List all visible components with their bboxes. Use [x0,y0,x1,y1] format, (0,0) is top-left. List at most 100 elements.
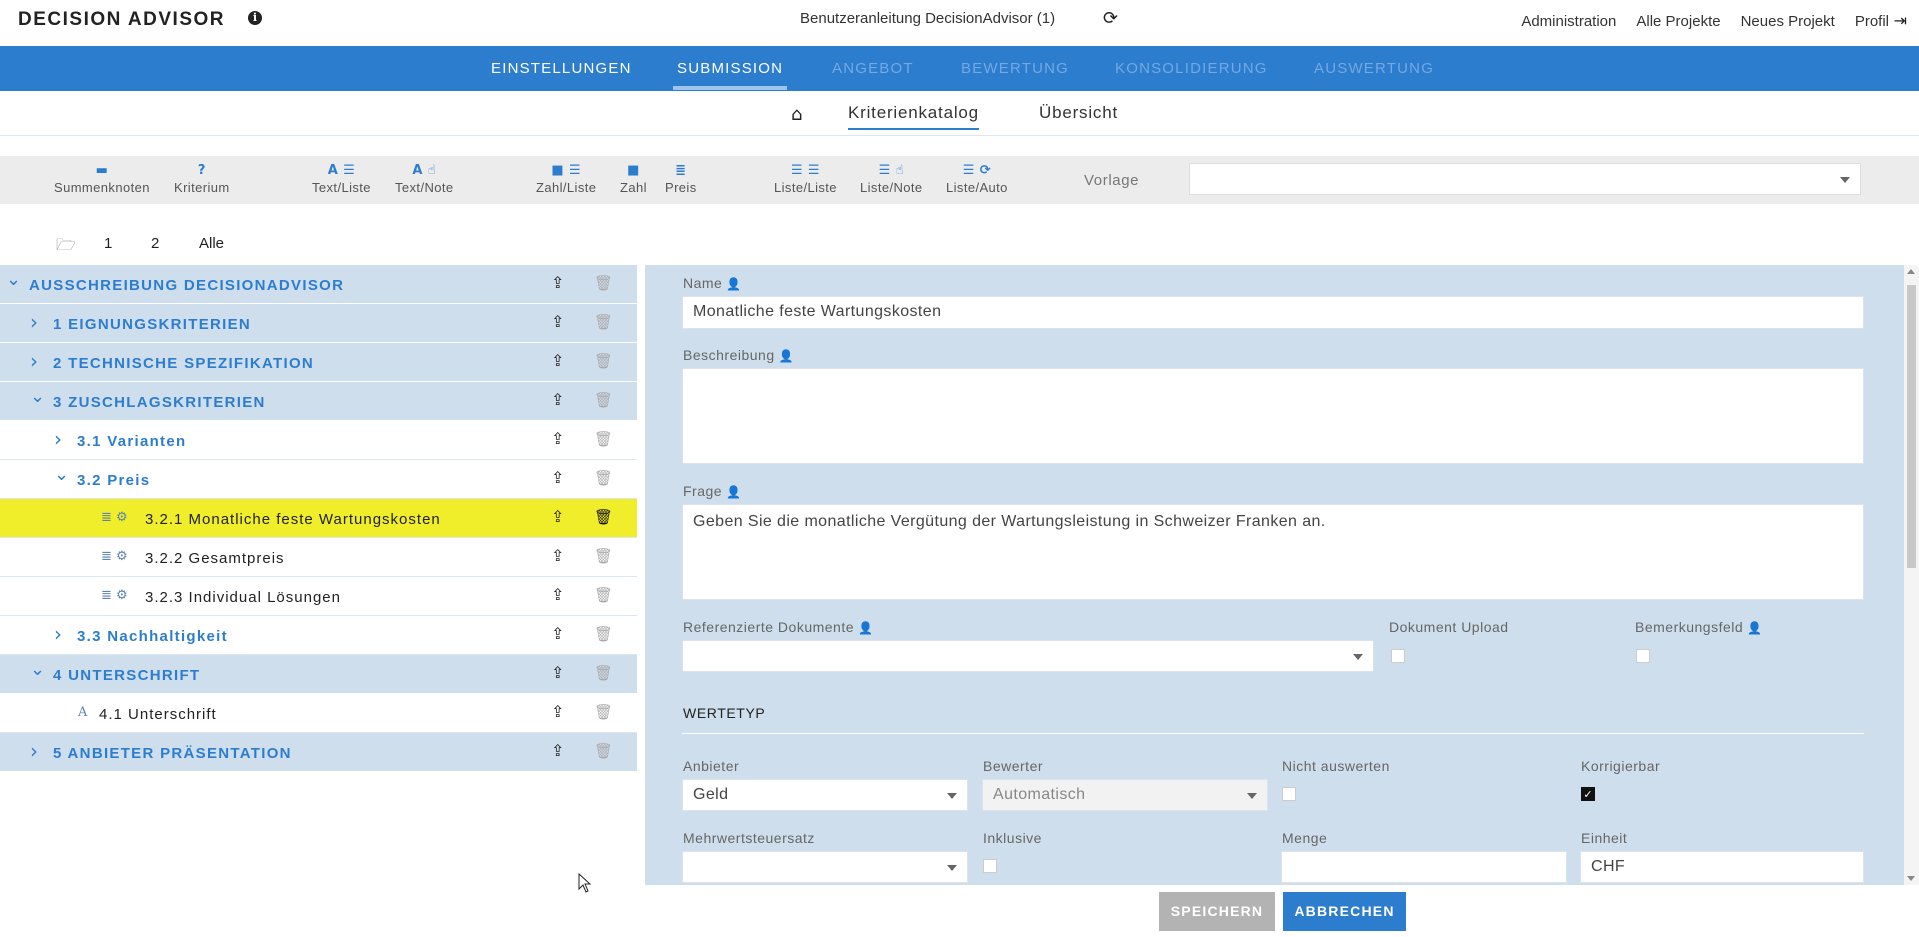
chevron-down-icon[interactable]: ⌄ [54,464,69,485]
trash-icon[interactable]: 🗑 [594,547,613,565]
save-button[interactable]: SPEICHERN [1159,892,1275,931]
home-icon[interactable]: ⌂ [791,104,802,125]
vorlage-select[interactable] [1189,163,1861,195]
tree-row[interactable]: › 2 TECHNISCHE SPEZIFIKATION ⇪ 🗑 [0,343,637,382]
tab-einstellungen[interactable]: EINSTELLUNGEN [491,60,632,77]
bemerkung-checkbox[interactable] [1636,649,1650,663]
level-all[interactable]: Alle [199,235,224,252]
panel-scrollbar[interactable] [1904,265,1919,885]
tool-preis[interactable]: ≣ Preis [665,162,697,195]
trash-icon[interactable]: 🗑 [594,352,613,370]
korrigierbar-checkbox[interactable]: ✓ [1581,787,1595,801]
frage-textarea[interactable]: Geben Sie die monatliche Vergütung der W… [682,504,1864,600]
trash-icon[interactable]: 🗑 [594,391,613,409]
chevron-right-icon[interactable]: › [30,739,38,763]
tree-row[interactable]: › 3.1 Varianten ⇪ 🗑 [0,421,637,460]
tool-text-liste[interactable]: A ☰ Text/Liste [312,162,371,195]
tool-text-note[interactable]: A ☝ Text/Note [395,162,454,195]
tool-zahl[interactable]: ■ Zahl [620,162,647,195]
tree-row-label: 4 UNTERSCHRIFT [53,667,201,684]
upload-icon[interactable]: ⇪ [551,702,564,721]
upload-icon[interactable]: ⇪ [551,312,564,331]
einheit-input[interactable]: CHF [1580,851,1864,883]
folder-open-icon[interactable]: 🗁 [56,234,76,261]
level-2[interactable]: 2 [151,235,159,252]
upload-icon[interactable]: ⇪ [551,273,564,292]
doc-upload-checkbox[interactable] [1391,649,1405,663]
tool-liste-auto[interactable]: ☰ ⟳ Liste/Auto [946,162,1008,195]
inklusive-checkbox[interactable] [983,859,997,873]
upload-icon[interactable]: ⇪ [551,468,564,487]
divider [682,733,1864,734]
trash-icon[interactable]: 🗑 [594,703,613,721]
trash-icon[interactable]: 🗑 [594,430,613,448]
list-refresh-icon: ☰ ⟳ [962,163,992,178]
tree-row-label: 4.1 Unterschrift [99,706,217,723]
tool-liste-note[interactable]: ☰ ☝ Liste/Note [860,162,923,195]
link-profil[interactable]: Profil [1855,13,1889,30]
ref-docs-select[interactable] [682,640,1374,672]
nicht-auswerten-checkbox[interactable] [1282,787,1296,801]
subtab-uebersicht[interactable]: Übersicht [1039,103,1118,123]
trash-icon[interactable]: 🗑 [594,274,613,292]
upload-icon[interactable]: ⇪ [551,429,564,448]
chevron-right-icon[interactable]: › [54,622,62,646]
upload-icon[interactable]: ⇪ [551,351,564,370]
chevron-right-icon[interactable]: › [30,349,38,373]
tool-zahl-liste[interactable]: ■ ☰ Zahl/Liste [536,162,596,195]
trash-icon[interactable]: 🗑 [594,586,613,604]
upload-icon[interactable]: ⇪ [551,663,564,682]
tree-row[interactable]: ≣ ⚙ 3.2.3 Individual Lösungen ⇪ 🗑 [0,577,637,616]
trash-icon[interactable]: 🗑 [594,469,613,487]
logout-icon[interactable]: ⇥ [1894,11,1907,30]
refresh-icon[interactable]: ⟳ [1103,8,1118,29]
mwst-select[interactable] [682,851,968,883]
anbieter-select[interactable]: Geld [682,779,968,811]
chevron-right-icon[interactable]: › [30,310,38,334]
trash-icon[interactable]: 🗑 [594,742,613,760]
upload-icon[interactable]: ⇪ [551,741,564,760]
tree-row[interactable]: ⌄ 4 UNTERSCHRIFT ⇪ 🗑 [0,655,637,694]
subtab-kriterienkatalog[interactable]: Kriterienkatalog [848,103,979,130]
tool-summenknoten[interactable]: ▬ Summenknoten [54,162,150,195]
trash-icon[interactable]: 🗑 [594,664,613,682]
upload-icon[interactable]: ⇪ [551,546,564,565]
chevron-down-icon[interactable]: ⌄ [30,659,45,680]
menge-input[interactable] [1281,851,1567,883]
tool-liste-liste[interactable]: ☰ ☰ Liste/Liste [774,162,837,195]
trash-icon[interactable]: 🗑 [594,508,613,526]
tree-row[interactable]: ⌄ 3.2 Preis ⇪ 🗑 [0,460,637,499]
tree-row[interactable]: ⌄ 3 ZUSCHLAGSKRITERIEN ⇪ 🗑 [0,382,637,421]
tree-row-selected[interactable]: ≣ ⚙ 3.2.1 Monatliche feste Wartungskosten… [0,499,637,538]
upload-icon[interactable]: ⇪ [551,507,564,526]
trash-icon[interactable]: 🗑 [594,313,613,331]
chevron-down-icon[interactable]: ⌄ [6,269,21,290]
upload-icon[interactable]: ⇪ [551,624,564,643]
tree-row[interactable]: ≣ ⚙ 3.2.2 Gesamtpreis ⇪ 🗑 [0,538,637,577]
chevron-right-icon[interactable]: › [54,427,62,451]
info-icon[interactable]: i [248,11,262,25]
tree-row[interactable]: › 5 ANBIETER PRÄSENTATION ⇪ 🗑 [0,733,637,772]
tree-row[interactable]: A 4.1 Unterschrift ⇪ 🗑 [0,694,637,733]
trash-icon[interactable]: 🗑 [594,625,613,643]
tree-row[interactable]: › 1 EIGNUNGSKRITERIEN ⇪ 🗑 [0,304,637,343]
upload-icon[interactable]: ⇪ [551,390,564,409]
scroll-down-icon[interactable] [1907,876,1915,881]
tool-kriterium[interactable]: ? Kriterium [174,162,230,195]
link-administration[interactable]: Administration [1521,13,1616,30]
beschreibung-textarea[interactable] [682,368,1864,464]
scroll-thumb[interactable] [1907,285,1916,568]
tree-row[interactable]: ⌄ AUSSCHREIBUNG DECISIONADVISOR ⇪ 🗑 [0,265,637,304]
main-nav: EINSTELLUNGEN SUBMISSION ANGEBOT BEWERTU… [0,46,1919,91]
level-1[interactable]: 1 [104,235,112,252]
link-neues-projekt[interactable]: Neues Projekt [1741,13,1835,30]
name-input[interactable]: Monatliche feste Wartungskosten [682,296,1864,329]
tree-row[interactable]: › 3.3 Nachhaltigkeit ⇪ 🗑 [0,616,637,655]
cancel-button[interactable]: ABBRECHEN [1283,892,1406,931]
tab-submission[interactable]: SUBMISSION [672,60,788,90]
upload-icon[interactable]: ⇪ [551,585,564,604]
question-icon: ? [197,163,206,178]
scroll-up-icon[interactable] [1907,269,1915,274]
link-alle-projekte[interactable]: Alle Projekte [1636,13,1720,30]
chevron-down-icon[interactable]: ⌄ [30,386,45,407]
